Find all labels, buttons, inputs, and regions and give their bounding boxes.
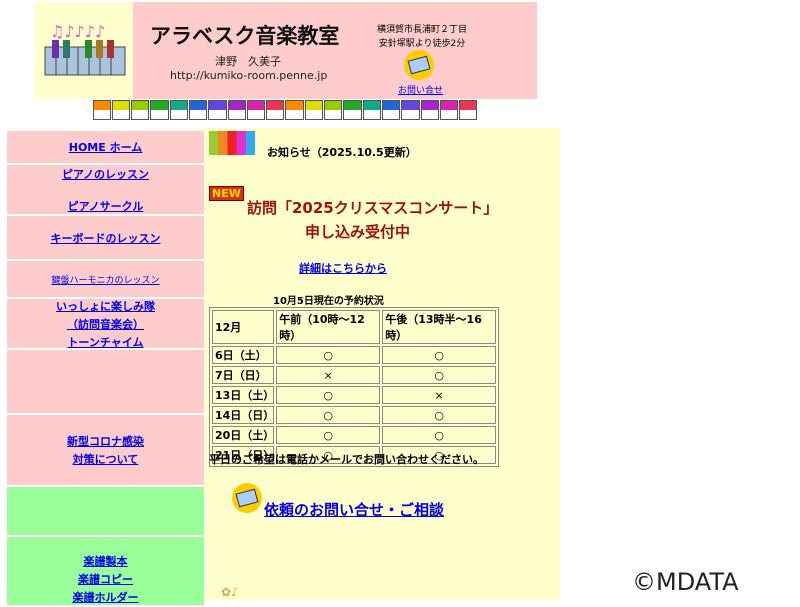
site-header: ♫♪♪♪♪ アラベスク音楽教室 津野 久美子 http://kumiko-roo… <box>35 2 537 99</box>
piano-keys-icon <box>209 131 255 155</box>
sidebar-item-corona: 新型コロナ感染 対策について <box>7 415 204 487</box>
am-cell: ○ <box>276 426 381 444</box>
table-caption: 10月5日現在の予約状況 <box>273 296 384 307</box>
sidebar-item-green-empty <box>7 487 204 537</box>
visit-link-2[interactable]: （訪問音楽会） <box>67 316 144 332</box>
date-cell: 13日（土） <box>212 386 274 404</box>
sidebar-item-keyboard[interactable]: キーボードのレッスン <box>7 216 204 261</box>
table-row: 14日（日） ○ ○ <box>212 406 496 424</box>
headline-accepting: 申し込み受付中 <box>305 223 411 241</box>
pm-cell: ○ <box>382 346 496 364</box>
sidebar-item-score: 楽譜製本楽譜コピー楽譜ホルダー <box>7 537 204 607</box>
date-cell: 14日（日） <box>212 406 274 424</box>
visit-link-1[interactable]: いっしょに楽しみ隊 <box>56 298 155 314</box>
sidebar-item-visit: いっしょに楽しみ隊 （訪問音楽会） トーンチャイム <box>7 299 204 350</box>
piano-logo: ♫♪♪♪♪ <box>35 2 133 99</box>
sidebar-item-harmonica[interactable]: 鍵盤ハーモニカのレッスン <box>7 261 204 299</box>
address: 横須賀市長浦町２丁目 <box>377 25 468 35</box>
date-cell: 7日（日） <box>212 366 275 384</box>
piano-lesson-link[interactable]: ピアノのレッスン <box>62 166 149 182</box>
header-month: 12月 <box>212 310 275 344</box>
site-url: http://kumiko-room.penne.jp <box>170 69 328 82</box>
score-binding-link[interactable]: 楽譜製本 <box>84 553 128 569</box>
flower-decoration-icon: ✿♪ <box>221 585 239 599</box>
pm-cell: ○ <box>382 366 496 384</box>
headline-concert: 訪問「2025クリスマスコンサート」 <box>247 199 499 217</box>
piano-keyboard-icon: ♫♪♪♪♪ <box>44 22 126 76</box>
piano-circle-link[interactable]: ピアノサークル <box>68 198 144 214</box>
pm-cell: ○ <box>382 426 496 444</box>
corona-link-1[interactable]: 新型コロナ感染 <box>67 433 144 449</box>
notice-title: お知らせ（2025.10.5更新） <box>267 146 417 159</box>
am-cell: ○ <box>276 346 381 364</box>
watermark: ©MDATA <box>632 568 739 596</box>
mail-icon[interactable] <box>404 50 434 80</box>
table-row: 6日（土） ○ ○ <box>212 346 496 364</box>
corona-link-2[interactable]: 対策について <box>73 451 139 467</box>
table-header-row: 12月 午前（10時～12時） 午後（13時半～16時） <box>212 310 496 344</box>
harmonica-lesson-link[interactable]: 鍵盤ハーモニカのレッスン <box>51 273 159 286</box>
keyboard-lesson-link[interactable]: キーボードのレッスン <box>51 230 161 246</box>
mail-icon[interactable] <box>232 483 262 513</box>
sidebar-item-piano: ピアノのレッスン ピアノサークル <box>7 165 204 216</box>
reservation-table: 12月 午前（10時～12時） 午後（13時半～16時） 6日（土） ○ ○ 7日（日）… <box>209 307 499 467</box>
score-holder-link[interactable]: 楽譜ホルダー <box>73 589 139 605</box>
table-row: 20日（土） ○ ○ <box>212 426 496 444</box>
am-cell: ○ <box>276 386 381 404</box>
svg-text:♫♪♪♪♪: ♫♪♪♪♪ <box>50 22 105 41</box>
sidebar-nav: HOME ホーム ピアノのレッスン ピアノサークル キーボードのレッスン 鍵盤ハー… <box>7 131 204 607</box>
date-cell: 20日（土） <box>212 426 274 444</box>
table-row: 7日（日） × ○ <box>212 366 496 384</box>
tonechime-link[interactable]: トーンチャイム <box>67 334 143 350</box>
site-title: アラベスク音楽教室 <box>150 24 340 48</box>
access: 安針塚駅より徒歩2分 <box>378 39 466 49</box>
new-badge: NEW <box>209 186 244 201</box>
am-cell: ○ <box>276 406 381 424</box>
main-content: お知らせ（2025.10.5更新） NEW 訪問「2025クリスマスコンサート」… <box>205 128 560 600</box>
address-block: 横須賀市長浦町２丁目 安針塚駅より徒歩2分 <box>377 23 467 51</box>
sidebar-item-empty <box>7 350 204 415</box>
details-link[interactable]: 詳細はこちらから <box>293 260 387 276</box>
weekday-note: 平日のご希望は電話かメールでお問い合わせください。 <box>209 453 484 466</box>
pm-cell: × <box>382 386 496 404</box>
sidebar-item-home[interactable]: HOME ホーム <box>7 131 204 165</box>
table-row: 13日（土） ○ × <box>212 386 496 404</box>
owner-name: 津野 久美子 <box>215 55 281 68</box>
pm-cell: ○ <box>382 406 496 424</box>
score-copy-link[interactable]: 楽譜コピー <box>78 571 133 587</box>
am-cell: × <box>276 366 381 384</box>
home-link[interactable]: HOME ホーム <box>69 139 143 155</box>
header-pm: 午後（13時半～16時） <box>382 310 496 344</box>
header-am: 午前（10時～12時） <box>276 310 381 344</box>
contact-link[interactable]: お問い合せ <box>398 83 443 96</box>
keyboard-divider <box>92 100 478 120</box>
inquiry-link[interactable]: 依頼のお問い合せ・ご相談 <box>264 499 444 520</box>
date-cell: 6日（土） <box>212 346 275 364</box>
